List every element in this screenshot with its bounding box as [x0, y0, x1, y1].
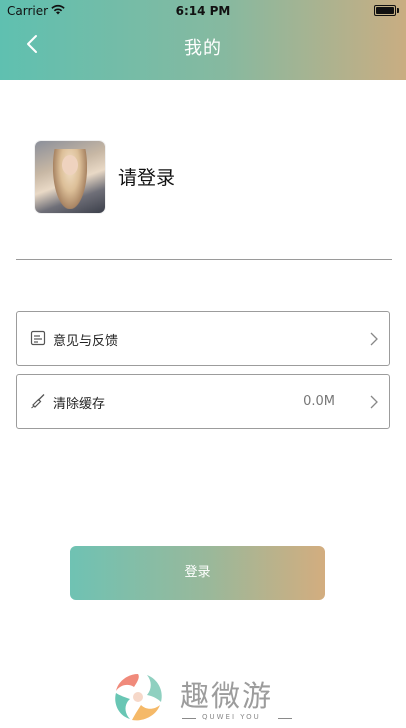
status-time: 6:14 PM: [175, 4, 231, 18]
feedback-icon: [30, 330, 46, 346]
brand-logo-icon: [115, 674, 162, 721]
header-bar: Carrier 6:14 PM 我的: [0, 0, 406, 80]
avatar-face: [62, 155, 78, 175]
battery-icon: [374, 5, 399, 16]
clear-cache-row[interactable]: 清除缓存 0.0M: [16, 374, 390, 429]
divider: [16, 259, 392, 260]
brand-subtitle-text: QUWEI YOU: [202, 713, 261, 721]
cache-size: 0.0M: [303, 394, 335, 409]
login-button[interactable]: 登录: [70, 546, 325, 600]
broom-icon: [31, 394, 45, 409]
feedback-row[interactable]: 意见与反馈: [16, 311, 390, 366]
chevron-right-icon: [370, 395, 378, 409]
brand-name: 趣微游: [180, 679, 274, 713]
brand-sub-line-left: [182, 718, 196, 719]
brand-subtitle: QUWEI YOU: [182, 711, 292, 725]
brand-sub-line-right: [278, 718, 292, 719]
status-bar: Carrier 6:14 PM: [0, 0, 406, 22]
avatar[interactable]: [35, 141, 105, 213]
page-title: 我的: [184, 38, 222, 59]
clear-cache-label: 清除缓存: [53, 397, 106, 412]
login-prompt[interactable]: 请登录: [118, 163, 175, 190]
chevron-right-icon: [370, 332, 378, 346]
feedback-label: 意见与反馈: [53, 334, 119, 349]
